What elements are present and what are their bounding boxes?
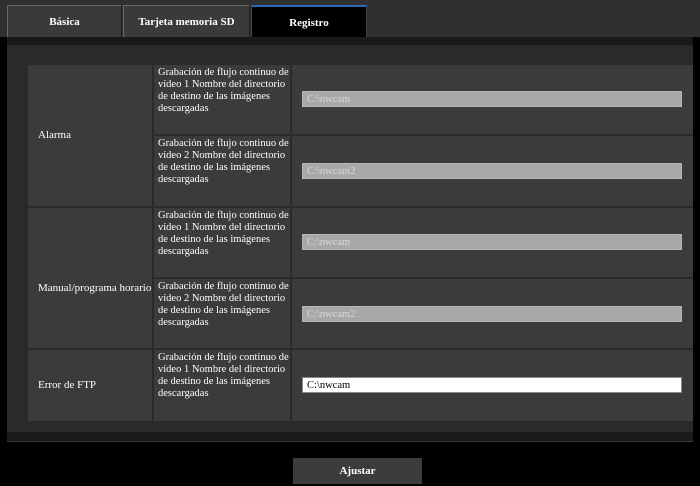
alarm-stream2-dir-input[interactable] (302, 163, 682, 179)
manual-stream1-dir-input[interactable] (302, 234, 682, 250)
group-label-manual: Manual/programa horario (28, 208, 152, 348)
ftp-stream1-label: Grabación de flujo continuo de vídeo 1 N… (154, 350, 290, 421)
alarm-stream2-cell (292, 136, 693, 206)
ftp-stream1-dir-input[interactable] (302, 377, 682, 393)
manual-stream1-cell (292, 208, 693, 277)
alarm-stream1-dir-input[interactable] (302, 91, 682, 107)
manual-stream1-label: Grabación de flujo continuo de vídeo 1 N… (154, 208, 290, 277)
alarm-stream1-label: Grabación de flujo continuo de vídeo 1 N… (154, 65, 290, 134)
group-label-ftp: Error de FTP (28, 350, 152, 421)
tab-bar: Básica Tarjeta memoria SD Registro (0, 0, 700, 38)
tab-sd-card[interactable]: Tarjeta memoria SD (123, 5, 250, 37)
divider (7, 441, 693, 442)
alarm-stream2-label: Grabación de flujo continuo de vídeo 2 N… (154, 136, 290, 206)
ajustar-button[interactable]: Ajustar (293, 458, 422, 484)
tab-basica[interactable]: Básica (7, 5, 122, 37)
alarm-stream1-cell (292, 65, 693, 134)
ftp-stream1-cell (292, 350, 693, 421)
manual-stream2-cell (292, 279, 693, 348)
manual-stream2-dir-input[interactable] (302, 306, 682, 322)
group-label-alarm: Alarma (28, 65, 152, 206)
manual-stream2-label: Grabación de flujo continuo de vídeo 2 N… (154, 279, 290, 348)
tab-registro[interactable]: Registro (251, 5, 367, 38)
